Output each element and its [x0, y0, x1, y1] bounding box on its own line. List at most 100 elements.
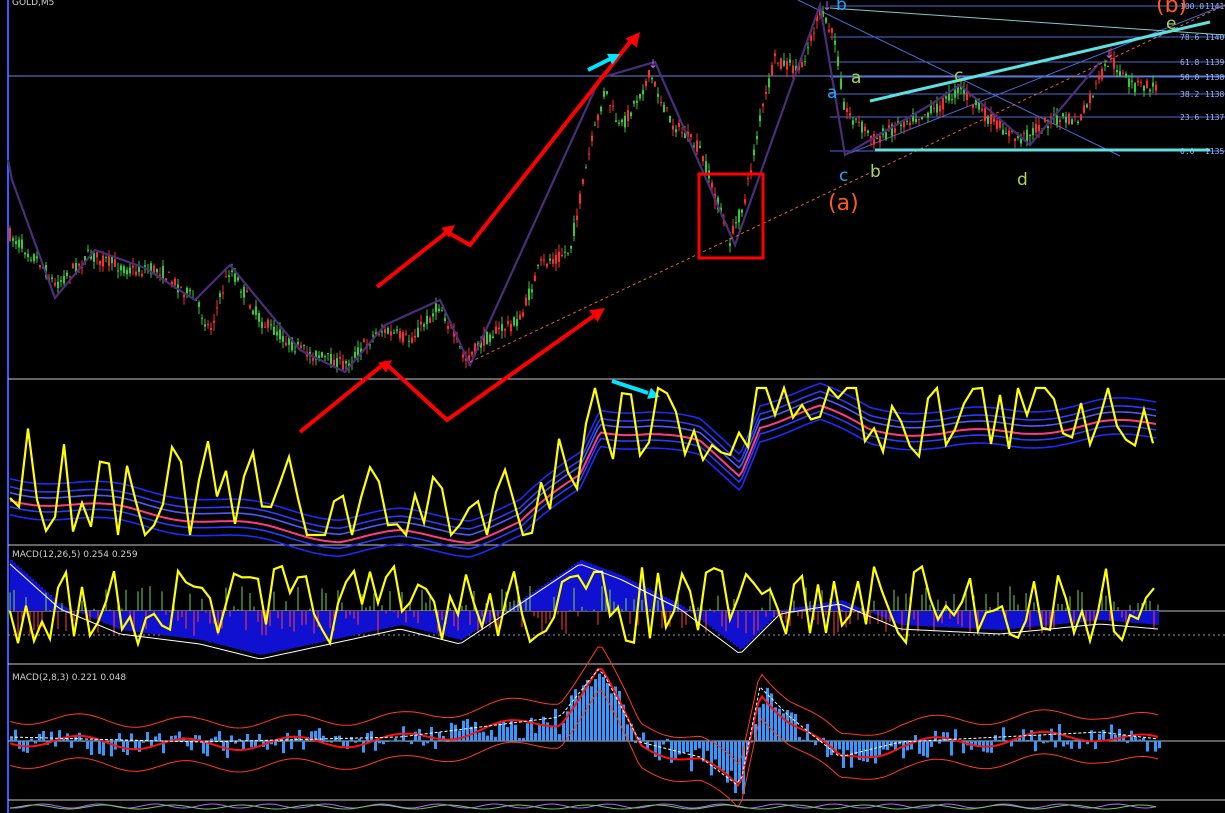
candle-body	[525, 297, 527, 306]
candle-body	[732, 225, 734, 234]
macd1-histogram-bar	[79, 611, 82, 613]
macd1-histogram-bar	[568, 568, 571, 611]
candle-body	[1065, 117, 1067, 123]
macd2-histogram-bar	[1154, 741, 1157, 752]
macd2-histogram-bar	[950, 741, 953, 756]
candle-body	[21, 239, 23, 249]
macd1-label: MACD(12,26,5) 0.254 0.259	[12, 550, 138, 560]
macd2-histogram-bar	[846, 741, 849, 751]
candle-body	[615, 120, 617, 122]
macd2-histogram-bar	[430, 727, 433, 741]
candle-body	[777, 62, 779, 64]
candle-body	[183, 294, 185, 298]
candle-body	[633, 101, 635, 104]
macd2-histogram-bar	[802, 739, 805, 741]
candle-body	[1005, 132, 1007, 135]
candle-body	[426, 315, 428, 325]
candle-body	[663, 104, 665, 113]
candle-body	[117, 270, 119, 272]
macd2-histogram-bar	[642, 732, 645, 741]
macd2-histogram-bar	[478, 732, 481, 741]
macd2-histogram-bar	[1142, 737, 1145, 741]
candle-body	[486, 332, 488, 345]
candle-body	[390, 331, 392, 336]
macd1-histogram-bar	[760, 611, 763, 630]
candle-body	[387, 327, 389, 334]
candle-body	[300, 345, 302, 348]
candle-body	[738, 209, 740, 223]
macd1-histogram-bar	[649, 589, 652, 611]
candle-body	[993, 118, 995, 122]
macd1-histogram-bar	[253, 611, 256, 654]
macd1-histogram-bar	[580, 560, 583, 611]
candle-body	[624, 115, 626, 128]
candle-body	[630, 112, 632, 116]
candle-body	[462, 354, 464, 358]
candle-body	[225, 276, 227, 278]
candle-body	[603, 90, 605, 97]
macd1-histogram-bar	[364, 611, 367, 633]
macd1-histogram-bar	[1018, 611, 1021, 629]
candle-body	[927, 112, 929, 118]
fractal-arrow-icon: ↓	[1104, 47, 1114, 61]
candle-body	[531, 289, 533, 293]
macd1-histogram-bar	[361, 611, 364, 634]
trading-chart[interactable]: 100.0 114178.6 114061.8 113950.0 113838.2 113…	[0, 0, 1225, 813]
candle-body	[1047, 126, 1049, 129]
macd2-histogram-bar	[222, 741, 225, 751]
macd2-histogram-bar	[534, 733, 537, 741]
candle-body	[693, 145, 695, 147]
macd1-histogram-bar	[577, 562, 580, 611]
candle-body	[36, 256, 38, 259]
candle-body	[594, 124, 596, 126]
wave-label-paren-b: (b)	[1156, 0, 1187, 18]
macd1-histogram-bar	[241, 611, 244, 651]
candle-body	[1029, 134, 1031, 136]
candle-body	[1035, 123, 1037, 133]
candle-body	[564, 251, 566, 253]
candle-body	[753, 149, 755, 156]
macd2-histogram-bar	[122, 741, 125, 753]
candle-body	[780, 58, 782, 69]
candle-body	[711, 182, 713, 188]
macd1-histogram-bar	[49, 595, 52, 611]
candle-body	[576, 215, 578, 221]
macd2-histogram-bar	[1110, 724, 1113, 741]
candle-body	[1080, 114, 1082, 121]
macd2-histogram-bar	[390, 740, 393, 742]
fractal-arrow-icon: ↓	[822, 0, 832, 13]
candle-body	[231, 270, 233, 272]
macd2-histogram-bar	[150, 741, 153, 746]
macd1-histogram-bar	[1102, 611, 1105, 621]
candle-body	[1122, 72, 1124, 74]
candle-body	[600, 106, 602, 112]
candle-body	[1038, 124, 1040, 132]
macd1-histogram-bar	[715, 611, 718, 632]
candle-body	[642, 90, 644, 95]
macd2-histogram-bar	[874, 741, 877, 764]
candle-body	[276, 331, 278, 336]
candle-body	[906, 120, 908, 122]
candle-body	[24, 252, 26, 255]
candle-body	[612, 105, 614, 107]
wave-label-paren-a: (a)	[828, 191, 859, 216]
candle-body	[252, 310, 254, 315]
macd2-histogram-bar	[330, 741, 333, 743]
candle-body	[174, 278, 176, 286]
macd1-histogram-bar	[832, 601, 835, 611]
candle-body	[27, 253, 29, 258]
candle-body	[1152, 82, 1154, 87]
candle-body	[504, 329, 506, 331]
candle-body	[204, 324, 206, 327]
macd2-histogram-bar	[1158, 741, 1161, 749]
macd1-histogram-bar	[388, 611, 391, 628]
candle-body	[582, 179, 584, 184]
macd2-histogram-bar	[394, 738, 397, 741]
macd1-histogram-bar	[1150, 611, 1153, 625]
macd2-histogram-bar	[842, 741, 845, 768]
macd1-histogram-bar	[1099, 611, 1102, 621]
candle-body	[507, 321, 509, 324]
macd1-histogram-bar	[430, 611, 433, 633]
macd1-histogram-bar	[1057, 611, 1060, 625]
macd2-histogram-bar	[30, 738, 33, 741]
